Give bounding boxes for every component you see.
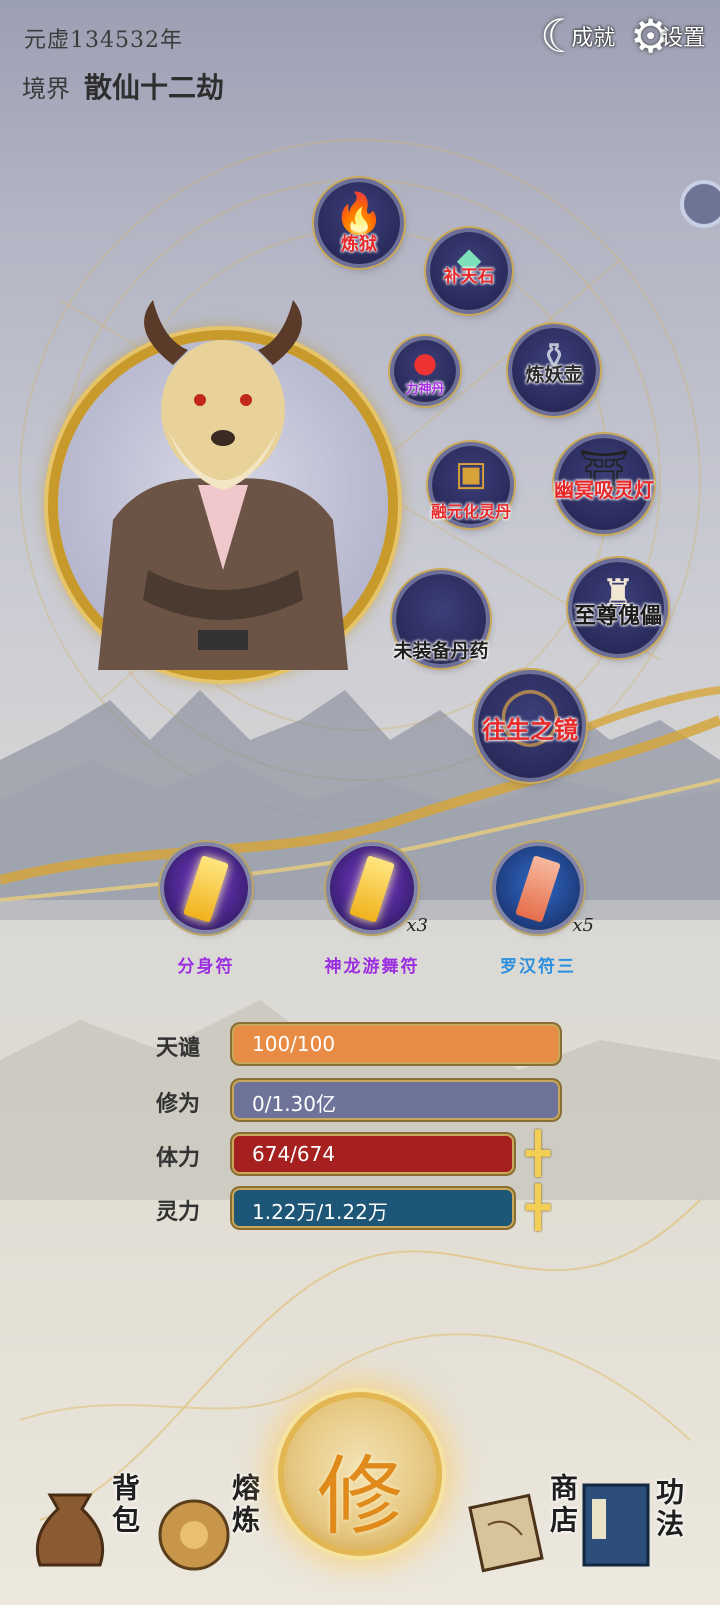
equipment-label: 补天石: [443, 267, 495, 287]
stat-label-mana: 灵力: [156, 1199, 201, 1225]
realm-display: 境界 散仙十二劫: [22, 66, 224, 106]
settings-button[interactable]: ⚙ 设置: [630, 8, 705, 64]
character-portrait[interactable]: [58, 300, 388, 670]
achievements-button[interactable]: ☾ 成就: [540, 8, 615, 64]
add-stamina-button[interactable]: ╋: [512, 1134, 564, 1174]
equipment-label: 融元化灵丹: [430, 502, 511, 521]
talisman-paper-icon: [349, 855, 395, 923]
equipment-label: 炼狱: [341, 234, 377, 255]
talisman-paper-icon: [183, 855, 229, 923]
stat-label-punishment: 天谴: [156, 1035, 201, 1061]
cultivate-button[interactable]: 修: [284, 1398, 436, 1550]
nav-smelt-label: 熔炼: [228, 1473, 261, 1537]
talisman-arhat[interactable]: x5: [496, 846, 594, 936]
stat-label-cultivation: 修为: [156, 1091, 201, 1117]
stat-value: 0/1.30亿: [252, 1092, 336, 1116]
realm-label: 境界: [22, 75, 70, 103]
talisman-paper-icon: [515, 855, 561, 923]
equipment-slot-purgatory[interactable]: 🔥 炼狱: [318, 182, 400, 264]
nav-skills-label: 功法: [652, 1477, 685, 1541]
talisman-name: 神龙游舞符: [324, 957, 420, 977]
pill-box-icon: ●: [412, 346, 438, 380]
nav-skills[interactable]: 功法: [578, 1465, 690, 1585]
equipment-slot-demon-pot[interactable]: ⚱ 炼妖壶: [512, 328, 596, 412]
talisman-count: x3: [406, 915, 428, 936]
add-mana-button[interactable]: ╋: [512, 1188, 564, 1228]
achievements-label: 成就: [571, 26, 616, 51]
talisman-dragon[interactable]: x3: [330, 846, 428, 936]
equipment-label: 力神丹: [405, 382, 445, 397]
stat-value: 1.22万/1.22万: [252, 1200, 388, 1224]
stat-bar-stamina: 674/674: [234, 1136, 512, 1172]
cultivate-label: 修: [317, 1447, 403, 1547]
stat-label-stamina: 体力: [156, 1145, 201, 1171]
equipment-slot-supreme-puppet[interactable]: ♜ 至尊傀儡: [572, 562, 664, 654]
stat-bar-cultivation: 0/1.30亿: [234, 1082, 558, 1118]
nav-bag-label: 背包: [108, 1473, 141, 1537]
settings-label: 设置: [661, 26, 706, 51]
character-figure: [98, 300, 348, 670]
nav-smelt[interactable]: 熔炼: [154, 1465, 264, 1585]
equipment-slot-rebirth-mirror[interactable]: ◯ 往生之镜: [478, 674, 582, 778]
equipment-slot-spirit-pill[interactable]: ▣ 融元化灵丹: [431, 446, 511, 524]
nav-shop-label: 商店: [546, 1473, 579, 1537]
equipment-slot-pill-empty[interactable]: 未装备丹药: [393, 574, 489, 664]
talisman-name: 罗汉符三: [500, 957, 576, 977]
equipment-slot-heaven-stone[interactable]: ◆ 补天石: [430, 232, 508, 310]
nav-bag[interactable]: 背包: [30, 1465, 141, 1585]
talisman-name: 分身符: [177, 957, 235, 977]
equipment-label: 幽冥吸灵灯: [554, 478, 654, 502]
stat-value: 100/100: [252, 1032, 336, 1056]
equipment-slot-netherlamp[interactable]: ⛩ 幽冥吸灵灯: [554, 438, 654, 530]
equipment-slot-strength-pill[interactable]: ● 力神丹: [394, 340, 456, 402]
stat-bar-mana: 1.22万/1.22万: [234, 1190, 512, 1226]
realm-value: 散仙十二劫: [84, 71, 225, 104]
era-year: 元虚134532年: [24, 28, 183, 53]
equipment-label: 至尊傀儡: [573, 603, 662, 629]
talisman-count: x5: [572, 915, 594, 936]
equipment-label: 往生之镜: [482, 715, 578, 744]
stat-bar-punishment: 100/100: [234, 1026, 558, 1062]
bag-icon: [35, 1493, 105, 1567]
talisman-clone[interactable]: [164, 846, 248, 930]
treasure-chest-icon: ▣: [454, 453, 488, 494]
equipment-label: 未装备丹药: [393, 640, 489, 662]
equipment-label: 炼妖壶: [525, 364, 583, 386]
nav-shop[interactable]: 商店: [466, 1465, 579, 1585]
stat-value: 674/674: [252, 1142, 336, 1166]
